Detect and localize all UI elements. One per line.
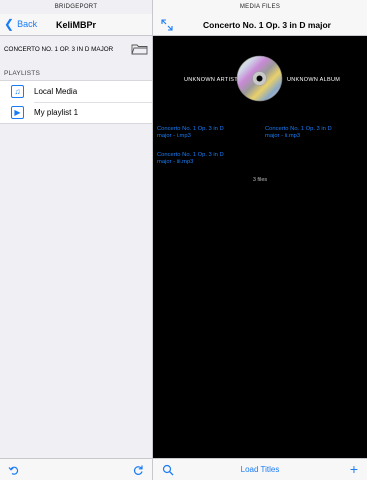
load-titles-button[interactable]: Load Titles — [241, 465, 280, 474]
selected-folder-label: CONCERTO NO. 1 OP. 3 IN D MAJOR — [4, 45, 114, 53]
artist-label: UNKNOWN ARTIST — [184, 77, 238, 83]
play-icon: ▶ — [11, 106, 24, 119]
search-icon[interactable] — [162, 464, 174, 476]
file-count: 3 files — [252, 177, 268, 183]
list-item-label: My playlist 1 — [34, 108, 79, 117]
back-button[interactable]: ❮ Back — [4, 18, 37, 30]
music-note-icon: ♫ — [11, 85, 24, 98]
selected-folder-row[interactable]: CONCERTO NO. 1 OP. 3 IN D MAJOR — [0, 36, 152, 62]
list-item-label: Local Media — [34, 87, 78, 96]
refresh-icon[interactable] — [132, 464, 144, 476]
file-grid: Concerto No. 1 Op. 3 in D major - i.mp3 … — [153, 126, 367, 206]
app-root: BRIDGEPORT ❮ Back KeliMBPr CONCERTO NO. … — [0, 0, 367, 480]
left-toolbar — [0, 458, 152, 480]
file-item[interactable]: Concerto No. 1 Op. 3 in D major - iii.mp… — [157, 152, 237, 166]
right-status-label: MEDIA FILES — [153, 0, 367, 14]
playlist-list: ♫ Local Media ▶ My playlist 1 — [0, 80, 152, 124]
plus-icon[interactable]: + — [350, 462, 358, 476]
left-nav-title: KeliMBPr — [55, 19, 96, 30]
media-files-pane: MEDIA FILES Concerto No. 1 Op. 3 in D ma… — [153, 0, 367, 480]
back-label: Back — [17, 19, 38, 29]
folder-icon[interactable] — [131, 43, 148, 55]
file-item[interactable]: Concerto No. 1 Op. 3 in D major - ii.mp3 — [265, 126, 345, 140]
right-toolbar: Load Titles + — [153, 458, 367, 480]
left-status-label: BRIDGEPORT — [54, 4, 98, 10]
list-item-local-media[interactable]: ♫ Local Media — [0, 81, 152, 102]
sources-pane: BRIDGEPORT ❮ Back KeliMBPr CONCERTO NO. … — [0, 0, 153, 480]
right-nav-bar: Concerto No. 1 Op. 3 in D major — [153, 14, 367, 36]
playlists-section-header: PLAYLISTS — [4, 70, 41, 77]
album-label: UNKNOWN ALBUM — [287, 77, 341, 83]
album-header: UNKNOWN ARTIST UNKNOWN ALBUM — [153, 36, 367, 126]
left-nav-bar: ❮ Back KeliMBPr — [0, 14, 152, 36]
list-item-my-playlist-1[interactable]: ▶ My playlist 1 — [0, 102, 152, 123]
file-item[interactable]: Concerto No. 1 Op. 3 in D major - i.mp3 — [157, 126, 237, 140]
expand-icon[interactable] — [161, 19, 173, 31]
chevron-left-icon: ❮ — [4, 17, 15, 31]
undo-icon[interactable] — [8, 464, 20, 476]
right-nav-title: Concerto No. 1 Op. 3 in D major — [203, 19, 331, 30]
cd-icon — [236, 55, 283, 102]
